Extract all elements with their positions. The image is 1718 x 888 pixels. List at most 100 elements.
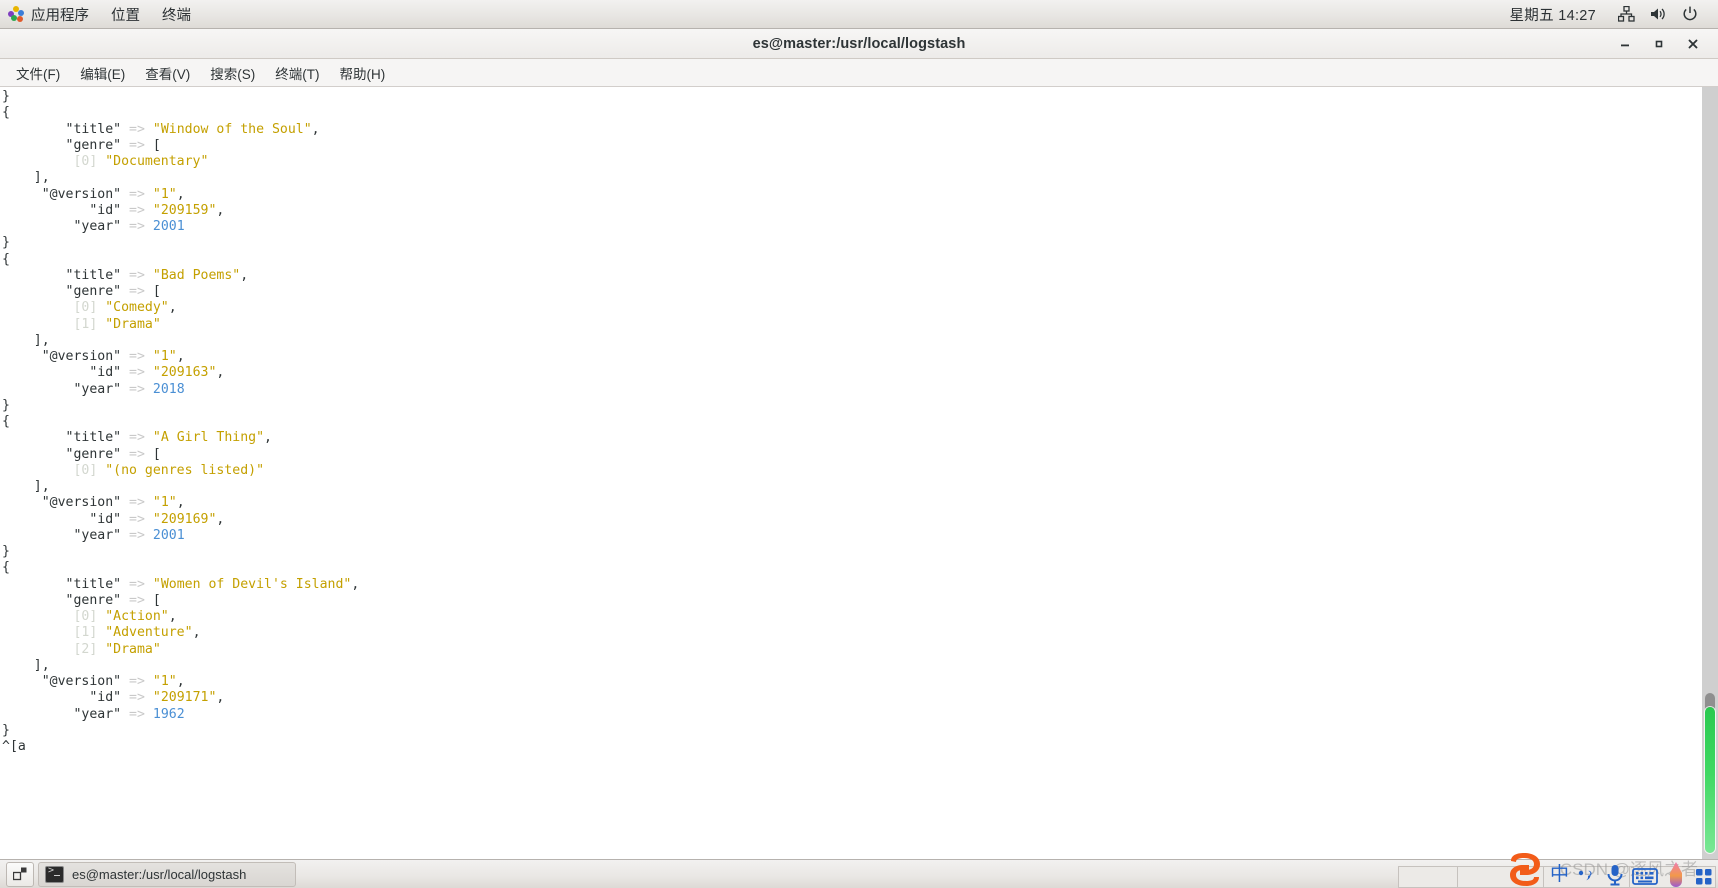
desktop-screen: 应用程序 位置 终端 星期五 14:27 es@master:/usr/loca… <box>0 0 1718 888</box>
terminal-text: => <box>129 690 153 706</box>
taskbar-task-terminal[interactable]: es@master:/usr/local/logstash <box>38 861 296 887</box>
terminal-text: [1] <box>2 316 106 332</box>
terminal-text: => <box>129 527 153 543</box>
terminal-text: => <box>129 219 153 234</box>
terminal-text: "id" <box>2 511 130 527</box>
menu-terminal[interactable]: 终端 <box>151 0 202 28</box>
microphone-icon[interactable] <box>1605 863 1625 887</box>
terminal-text: } <box>2 722 10 738</box>
close-icon[interactable] <box>1676 29 1710 58</box>
terminal-line: "title" => "Bad Poems", <box>2 268 1702 284</box>
terminal-line: [0] "Action", <box>2 609 1702 625</box>
show-desktop-icon[interactable] <box>6 861 34 887</box>
terminal-line: "genre" => [ <box>2 138 1702 154</box>
terminal-text: => <box>129 365 153 381</box>
minimize-icon[interactable] <box>1608 29 1642 58</box>
terminal-text: "id" <box>2 202 130 218</box>
menu-help[interactable]: 帮助(H) <box>330 60 396 86</box>
terminal-line: ^[a <box>2 739 1702 755</box>
terminal-text: 2001 <box>152 219 185 234</box>
punctuation-icon[interactable] <box>1576 865 1598 887</box>
ime-panel-segment-1 <box>1398 866 1458 888</box>
terminal-text: 2001 <box>152 527 185 543</box>
menu-grid-icon[interactable] <box>1694 865 1714 887</box>
menu-edit[interactable]: 编辑(E) <box>70 60 135 86</box>
terminal-text: => <box>129 706 153 722</box>
menu-file[interactable]: 文件(F) <box>6 60 70 86</box>
scrollbar-thumb[interactable] <box>1705 707 1715 853</box>
menu-applications[interactable]: 应用程序 <box>0 0 100 28</box>
terminal-line: { <box>2 105 1702 121</box>
menu-terminal-label: 终端 <box>162 7 191 24</box>
terminal-text: "@version" <box>2 349 130 364</box>
menu-terminal-menu[interactable]: 终端(T) <box>265 60 329 86</box>
top-panel-right: 星期五 14:27 <box>1495 0 1718 28</box>
sogou-logo-icon[interactable] <box>1507 853 1543 887</box>
terminal-text: "Comedy" <box>105 300 169 316</box>
applications-logo-icon <box>8 6 24 22</box>
terminal-text: "genre" <box>2 137 130 153</box>
terminal-line: "@version" => "1", <box>2 674 1702 690</box>
terminal-line: ], <box>2 658 1702 674</box>
terminal-line: [1] "Drama" <box>2 317 1702 333</box>
volume-icon[interactable] <box>1645 0 1671 28</box>
terminal-text: } <box>2 89 10 104</box>
terminal-text: "year" <box>2 706 130 722</box>
terminal-text: "@version" <box>2 186 130 202</box>
terminal-line: "year" => 2018 <box>2 382 1702 398</box>
terminal-text: ], <box>2 479 50 494</box>
menu-places[interactable]: 位置 <box>100 0 151 28</box>
skin-icon[interactable] <box>1665 861 1687 887</box>
terminal-menubar: 文件(F) 编辑(E) 查看(V) 搜索(S) 终端(T) 帮助(H) <box>0 59 1718 87</box>
ime-mode-chinese[interactable]: 中 <box>1550 865 1569 887</box>
terminal-text: "209159" <box>152 202 217 218</box>
terminal-text: "A Girl Thing" <box>152 430 265 446</box>
terminal-line: "id" => "209159", <box>2 203 1702 219</box>
terminal-output[interactable]: }{ "title" => "Window of the Soul", "gen… <box>0 87 1702 859</box>
terminal-text: "genre" <box>2 592 130 608</box>
terminal-line: "@version" => "1", <box>2 187 1702 203</box>
menu-search[interactable]: 搜索(S) <box>200 60 265 86</box>
terminal-text: , <box>216 511 225 527</box>
terminal-line: "year" => 2001 <box>2 528 1702 544</box>
terminal-text: ], <box>2 332 50 348</box>
terminal-text: "1" <box>152 674 177 689</box>
sogou-ime-bar: CSDN @逐风之者 中 <box>1398 848 1718 888</box>
terminal-text: , <box>240 267 249 283</box>
terminal-text: => <box>129 349 153 364</box>
terminal-text: "genre" <box>2 446 130 462</box>
terminal-text: "title" <box>2 121 130 137</box>
terminal-line: "title" => "Window of the Soul", <box>2 122 1702 138</box>
menu-view[interactable]: 查看(V) <box>135 60 200 86</box>
menu-applications-label: 应用程序 <box>31 7 89 24</box>
power-icon[interactable] <box>1677 0 1703 28</box>
terminal-text: => <box>129 137 153 153</box>
terminal-text: } <box>2 544 10 559</box>
terminal-scrollbar[interactable] <box>1702 87 1718 859</box>
terminal-text: "id" <box>2 690 130 706</box>
terminal-text: , <box>192 625 201 641</box>
terminal-text: "Bad Poems" <box>152 267 241 283</box>
maximize-icon[interactable] <box>1642 29 1676 58</box>
terminal-text: { <box>2 560 10 576</box>
terminal-line: "genre" => [ <box>2 284 1702 300</box>
terminal-text: [1] <box>2 625 106 641</box>
soft-keyboard-icon[interactable] <box>1632 865 1658 887</box>
terminal-line: ], <box>2 333 1702 349</box>
network-icon[interactable] <box>1613 0 1639 28</box>
terminal-text: ], <box>2 657 50 673</box>
window-titlebar[interactable]: es@master:/usr/local/logstash <box>0 29 1718 59</box>
terminal-text: , <box>311 121 320 137</box>
terminal-line: [2] "Drama" <box>2 642 1702 658</box>
terminal-text: "title" <box>2 267 130 283</box>
terminal-text: , <box>168 300 177 316</box>
terminal-line: "id" => "209163", <box>2 365 1702 381</box>
terminal-text: , <box>264 430 272 446</box>
terminal-text: "year" <box>2 381 130 397</box>
terminal-text: 2018 <box>152 381 185 397</box>
terminal-text: , <box>216 690 225 706</box>
terminal-text: => <box>129 284 153 299</box>
terminal-text: "@version" <box>2 674 130 689</box>
clock[interactable]: 星期五 14:27 <box>1495 4 1610 25</box>
terminal-text: [0] <box>2 462 106 478</box>
